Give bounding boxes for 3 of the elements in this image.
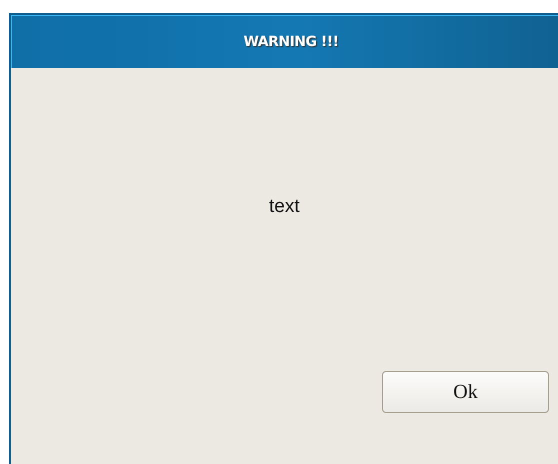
- window-title: WARNING !!!: [243, 34, 339, 50]
- message-text: text: [269, 196, 300, 218]
- ok-button[interactable]: Ok: [382, 371, 549, 413]
